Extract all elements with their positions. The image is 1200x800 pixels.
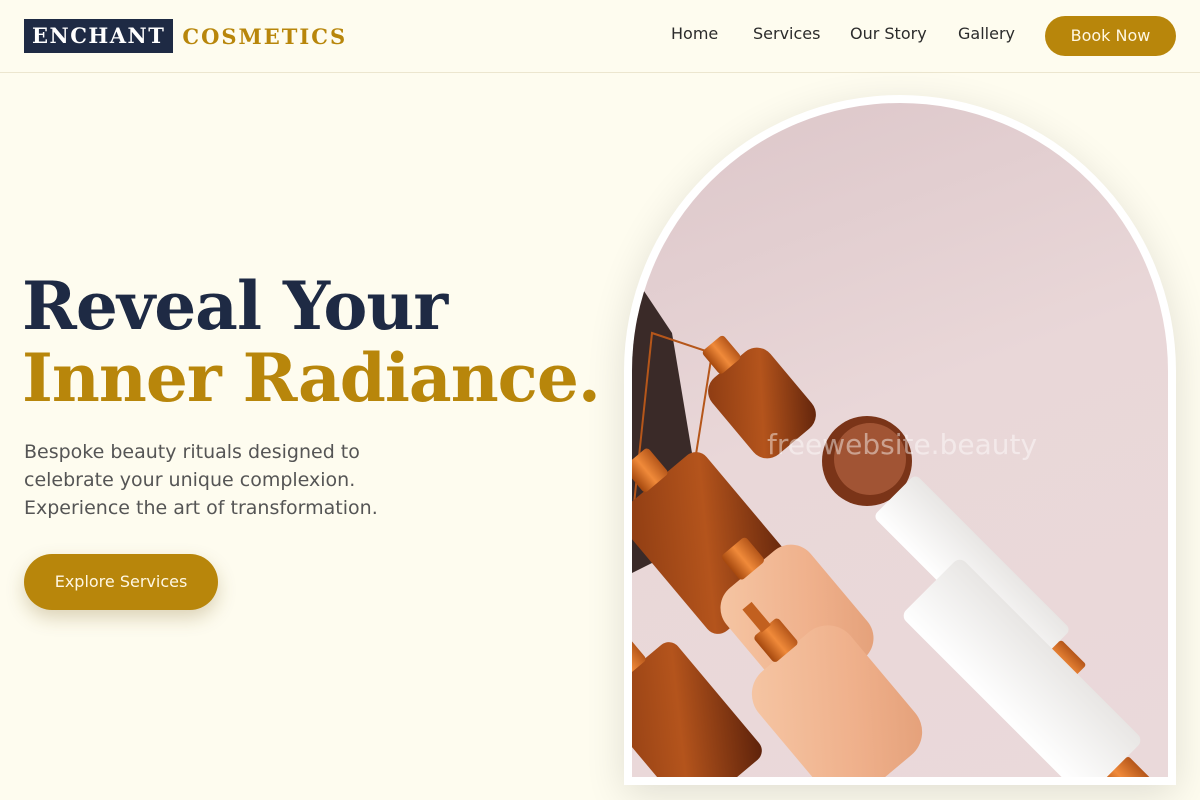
brand-logo[interactable]: ENCHANT COSMETICS	[24, 19, 347, 53]
hero-image: freewebsite.beauty	[632, 103, 1168, 777]
explore-services-button[interactable]: Explore Services	[24, 554, 218, 610]
nav-item-gallery[interactable]: Gallery	[958, 24, 1015, 43]
hero-title-line2: Inner Radiance.	[22, 339, 601, 417]
nav-item-home[interactable]: Home	[671, 24, 718, 43]
brand-name-dark: ENCHANT	[24, 19, 174, 53]
nav-item-services[interactable]: Services	[753, 24, 820, 43]
hero-image-frame: freewebsite.beauty	[624, 95, 1176, 785]
hero-title: Reveal Your Inner Radiance.	[22, 267, 601, 417]
hero-title-line1: Reveal Your	[22, 267, 448, 345]
hero-subtitle: Bespoke beauty rituals designed to celeb…	[24, 441, 378, 519]
brand-name-gold: COSMETICS	[182, 23, 348, 49]
white-tube-2	[903, 559, 1156, 777]
book-now-button[interactable]: Book Now	[1045, 16, 1176, 56]
nav-item-our-story[interactable]: Our Story	[850, 24, 927, 43]
site-header: ENCHANT COSMETICS Home Services Our Stor…	[0, 0, 1200, 73]
image-watermark: freewebsite.beauty	[767, 428, 1038, 461]
